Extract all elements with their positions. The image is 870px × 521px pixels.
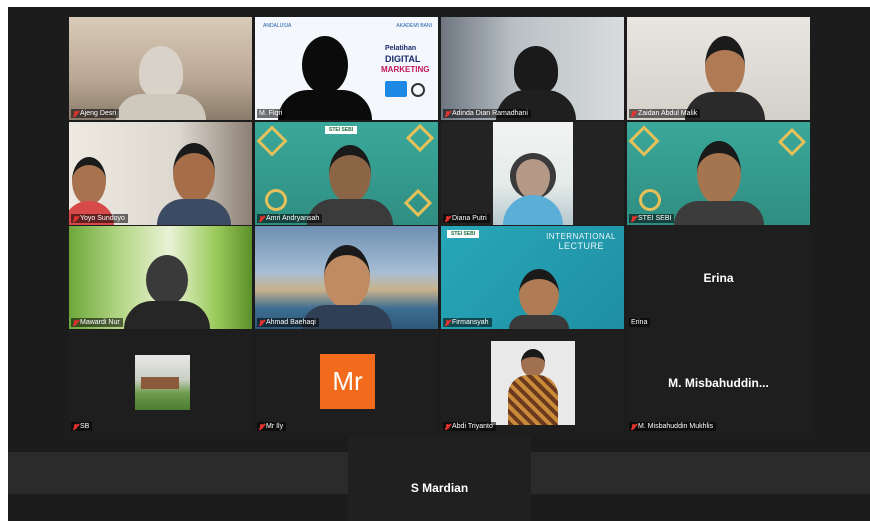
participant-tile[interactable]: Ajeng Desri — [69, 17, 252, 120]
stei-logo: STEI SEBI — [447, 230, 480, 238]
mic-muted-icon — [631, 423, 636, 430]
participant-tile[interactable]: Ahmad Baehaqi — [255, 226, 438, 329]
participant-tile[interactable]: SB — [69, 330, 252, 433]
participant-figure — [503, 153, 563, 225]
participant-tile[interactable]: Mr Mr Ily — [255, 330, 438, 433]
participant-name-tag: M. Misbahuddin Mukhlis — [629, 422, 717, 431]
slide-title: DIGITAL — [385, 54, 421, 64]
participant-tile[interactable]: ANDALUSIA AKADEMI BANI Pelatihan DIGITAL… — [255, 17, 438, 120]
slide-logo-text: AKADEMI BANI — [396, 23, 432, 29]
participant-name-tag: Adinda Dian Ramadhani — [443, 109, 531, 118]
slide-title: INTERNATIONAL — [546, 232, 616, 241]
participant-figure — [278, 36, 372, 120]
participant-name-tag: Mawardi Nur — [71, 318, 123, 327]
participant-name-tag: Erina — [629, 318, 651, 327]
participant-display-name: Erina — [703, 271, 734, 285]
participant-tile[interactable]: M. Misbahuddin... M. Misbahuddin Mukhlis — [627, 330, 810, 433]
slide-logo-text: ANDALUSIA — [263, 23, 292, 29]
slide-title: MARKETING — [381, 65, 430, 74]
participant-tile[interactable]: STEI SEBI — [627, 122, 810, 225]
pattern-shape — [777, 127, 807, 157]
participant-tile[interactable]: Yoyo Sundoyo — [69, 122, 252, 225]
pattern-shape — [405, 123, 435, 153]
participant-name-tag: Abdi Triyanto — [443, 422, 496, 431]
spotlight-tile[interactable]: S Mardian — [348, 435, 531, 521]
participant-display-name: M. Misbahuddin... — [668, 376, 769, 390]
participant-figure — [302, 245, 392, 329]
portrait-head — [521, 349, 545, 377]
mic-muted-icon — [73, 319, 78, 326]
mic-muted-icon — [259, 215, 264, 222]
participant-figure — [685, 36, 765, 120]
magnifier-icon — [411, 83, 425, 97]
participant-name-tag: STEI SEBI — [629, 214, 675, 223]
initials-avatar: Mr — [320, 354, 375, 409]
slide-illustration — [385, 81, 407, 97]
participant-name-tag: Zaidan Abdul Malik — [629, 109, 701, 118]
mic-muted-icon — [73, 110, 78, 117]
pattern-shape — [403, 188, 433, 218]
participant-tile[interactable]: Adinda Dian Ramadhani — [441, 17, 624, 120]
mic-muted-icon — [73, 423, 78, 430]
participant-tile[interactable]: Erina Erina — [627, 226, 810, 329]
participant-tile[interactable]: Mawardi Nur — [69, 226, 252, 329]
building-icon — [141, 377, 179, 389]
participant-figure — [115, 46, 206, 120]
participant-name-tag: Yoyo Sundoyo — [71, 214, 128, 223]
participant-tile[interactable]: STEI SEBI INTERNATIONAL LECTURE Firmansy… — [441, 226, 624, 329]
pattern-shape — [265, 189, 287, 211]
slide-title: LECTURE — [558, 241, 604, 251]
participant-tile[interactable]: Zaidan Abdul Malik — [627, 17, 810, 120]
pattern-shape — [639, 189, 661, 211]
participant-figure — [157, 143, 231, 225]
participant-figure — [674, 141, 764, 225]
profile-picture — [491, 341, 575, 425]
participant-figure — [307, 145, 393, 225]
mic-muted-icon — [259, 319, 264, 326]
mic-muted-icon — [631, 110, 636, 117]
participant-name-tag: Amri Andryansah — [257, 214, 323, 223]
meeting-gallery: Ajeng Desri ANDALUSIA AKADEMI BANI Pelat… — [8, 7, 870, 521]
participant-name-tag: SB — [71, 422, 93, 431]
mic-muted-icon — [445, 423, 450, 430]
participant-figure — [124, 255, 210, 329]
mic-muted-icon — [445, 215, 450, 222]
mic-muted-icon — [73, 215, 78, 222]
participant-tile[interactable]: Abdi Triyanto — [441, 330, 624, 433]
portrait-body — [508, 375, 558, 425]
profile-picture — [135, 355, 190, 410]
participant-name-tag: Ahmad Baehaqi — [257, 318, 319, 327]
mic-muted-icon — [259, 423, 264, 430]
participant-name-tag: M. Fiqri — [257, 109, 286, 118]
participant-name-tag: Diana Putri — [443, 214, 490, 223]
participant-name-tag: Ajeng Desri — [71, 109, 120, 118]
slide-title: Pelatihan — [385, 45, 417, 52]
pattern-shape — [628, 125, 660, 157]
participant-tile[interactable]: STEI SEBI Amri Andryansah — [255, 122, 438, 225]
participant-name-tag: Firmansyah — [443, 318, 492, 327]
participant-name-tag: Mr Ily — [257, 422, 287, 431]
participant-tile[interactable]: Diana Putri — [441, 122, 624, 225]
stei-logo: STEI SEBI — [325, 126, 358, 134]
mic-muted-icon — [445, 319, 450, 326]
participant-figure — [509, 269, 569, 329]
pattern-shape — [256, 125, 288, 157]
mic-muted-icon — [445, 110, 450, 117]
mic-muted-icon — [631, 215, 636, 222]
participant-display-name: S Mardian — [410, 481, 469, 495]
